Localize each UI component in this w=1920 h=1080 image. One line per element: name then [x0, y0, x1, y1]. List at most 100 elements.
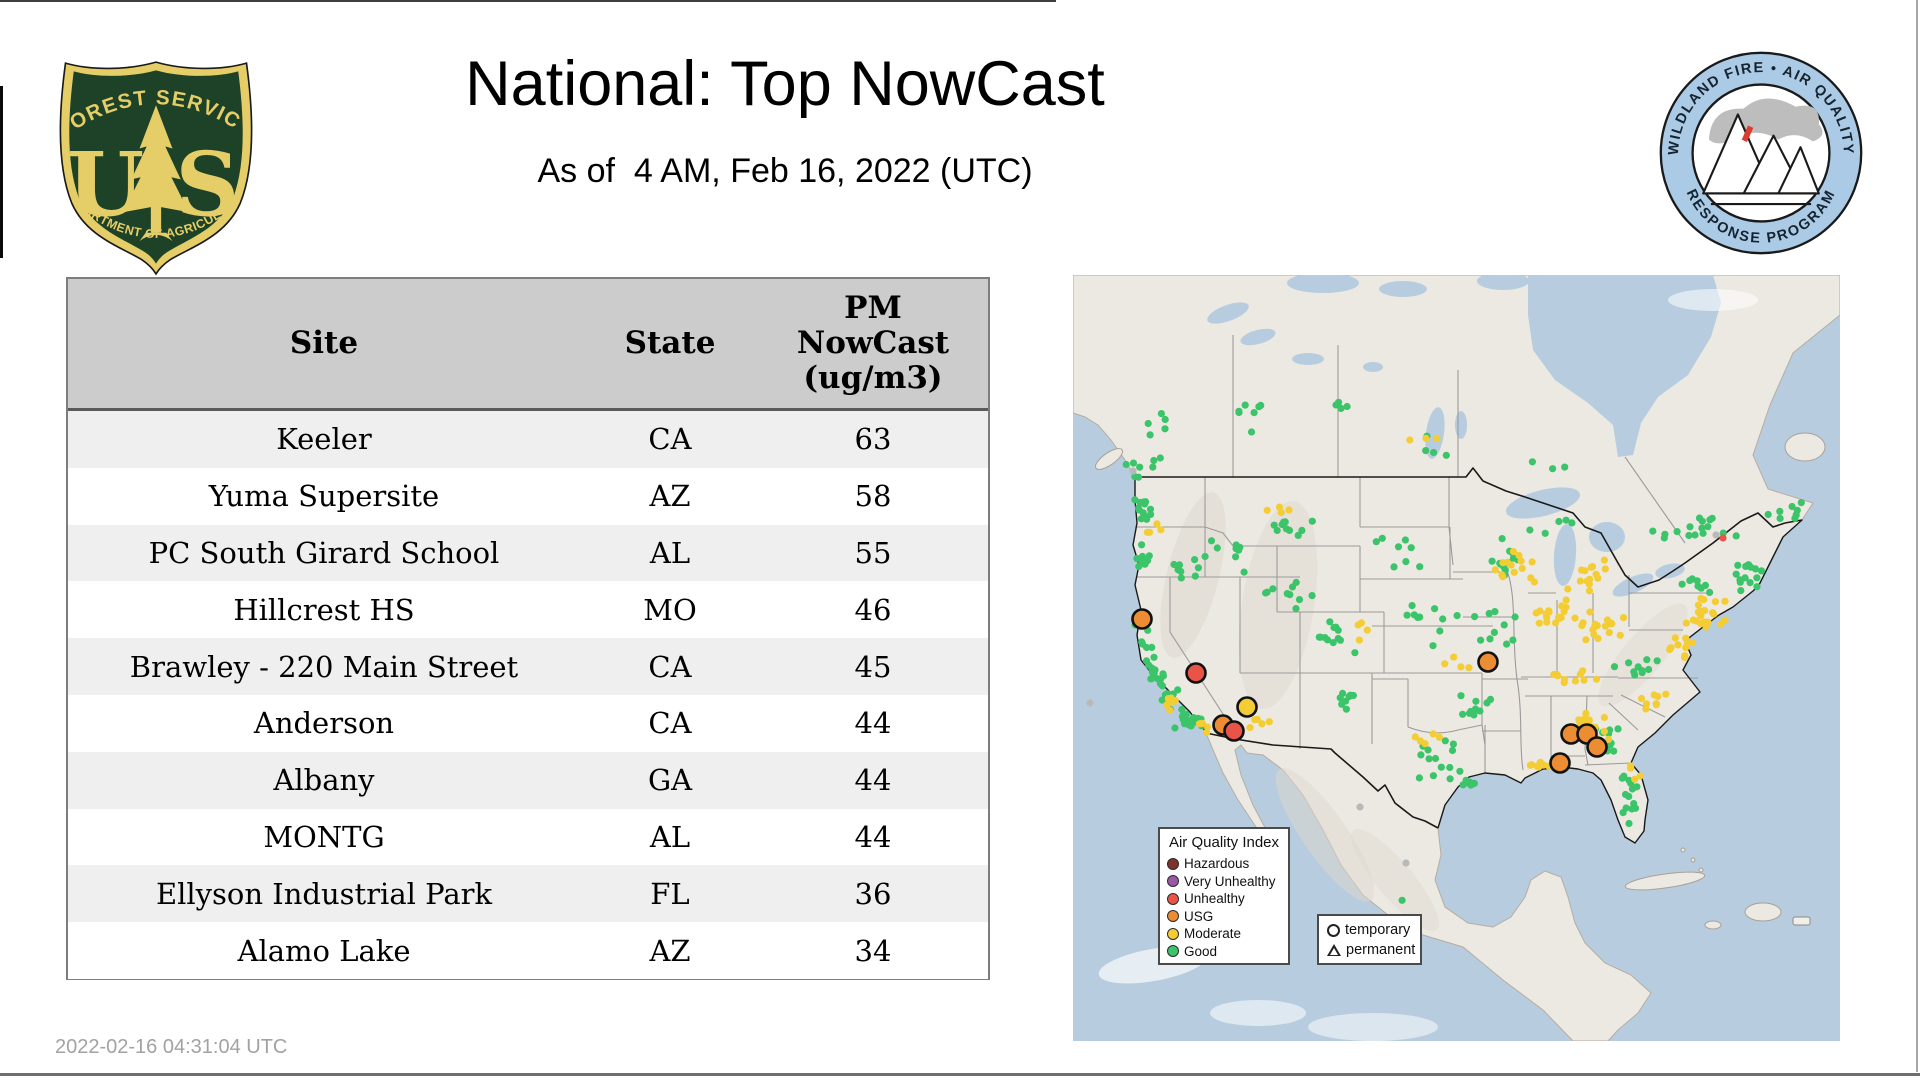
monitor-dot[interactable]: [1161, 425, 1169, 433]
monitor-dot[interactable]: [1642, 700, 1651, 708]
monitor-dot[interactable]: [1136, 498, 1144, 507]
monitor-dot[interactable]: [1550, 670, 1558, 679]
monitor-dot[interactable]: [1349, 691, 1357, 700]
monitor-dot[interactable]: [1695, 514, 1704, 522]
monitor-dot[interactable]: [1614, 725, 1622, 733]
monitor-dot[interactable]: [1122, 460, 1130, 469]
monitor-dot[interactable]: [1448, 746, 1457, 755]
monitor-dot[interactable]: [1416, 613, 1424, 621]
monitor-dot[interactable]: [1425, 755, 1433, 763]
monitor-dot[interactable]: [1753, 574, 1761, 582]
monitor-dot[interactable]: [1793, 506, 1801, 514]
monitor-dot[interactable]: [1560, 676, 1569, 684]
monitor-dot[interactable]: [1674, 641, 1682, 649]
monitor-dot[interactable]: [1627, 764, 1635, 772]
monitor-dot[interactable]: [1336, 636, 1344, 644]
monitor-dot[interactable]: [1129, 459, 1138, 467]
monitor-dot[interactable]: [1600, 556, 1608, 564]
monitor-dot[interactable]: [1351, 649, 1359, 657]
monitor-dot[interactable]: [1207, 537, 1216, 545]
monitor-dot[interactable]: [1235, 408, 1243, 417]
monitor-dot[interactable]: [1776, 514, 1784, 522]
monitor-dot[interactable]: [1610, 663, 1619, 671]
monitor-dot[interactable]: [1161, 415, 1169, 424]
monitor-dot[interactable]: [1685, 531, 1693, 540]
monitor-dot[interactable]: [1292, 605, 1300, 613]
monitor-dot[interactable]: [1586, 575, 1594, 583]
monitor-dot[interactable]: [1571, 677, 1579, 685]
monitor-dot[interactable]: [1146, 431, 1154, 439]
monitor-dot[interactable]: [1213, 544, 1221, 552]
monitor-dot[interactable]: [1422, 447, 1430, 455]
monitor-dot[interactable]: [1634, 663, 1642, 671]
monitor-dot[interactable]: [1510, 568, 1518, 576]
monitor-dot[interactable]: [1138, 541, 1146, 549]
monitor-dot[interactable]: [1148, 643, 1156, 651]
monitor-dot[interactable]: [1580, 676, 1588, 684]
monitor-dot[interactable]: [1408, 602, 1416, 610]
monitor-dot[interactable]: [1142, 657, 1151, 665]
monitor-dot[interactable]: [1605, 629, 1613, 637]
monitor-dot[interactable]: [1416, 563, 1424, 571]
monitor-dot[interactable]: [1681, 653, 1689, 662]
monitor-dot[interactable]: [1706, 588, 1714, 596]
monitor-dot[interactable]: [1135, 562, 1143, 571]
monitor-dot[interactable]: [1571, 614, 1579, 622]
monitor-dot[interactable]: [1137, 515, 1145, 523]
monitor-dot[interactable]: [1549, 465, 1557, 473]
monitor-dot[interactable]: [1535, 619, 1543, 627]
monitor-dot[interactable]: [1398, 896, 1406, 904]
monitor-dot[interactable]: [1372, 538, 1380, 546]
monitor-dot[interactable]: [1753, 583, 1761, 591]
monitor-dot[interactable]: [1649, 527, 1657, 535]
monitor-dot[interactable]: [1429, 642, 1437, 650]
monitor-dot[interactable]: [1721, 597, 1729, 605]
monitor-dot[interactable]: [1631, 775, 1639, 783]
monitor-dot[interactable]: [1491, 566, 1499, 574]
top-site-marker[interactable]: Ellyson Industrial Park: [1549, 752, 1571, 774]
monitor-dot[interactable]: [1555, 517, 1563, 526]
monitor-dot[interactable]: [1316, 633, 1325, 641]
monitor-dot[interactable]: [1277, 508, 1285, 517]
monitor-dot[interactable]: [1541, 529, 1549, 537]
monitor-dot[interactable]: [1694, 601, 1703, 609]
monitor-dot[interactable]: [1407, 544, 1415, 552]
monitor-dot[interactable]: [1191, 572, 1199, 580]
monitor-dot[interactable]: [1530, 578, 1538, 586]
top-site-marker[interactable]: Yuma Supersite: [1223, 720, 1245, 742]
monitor-dot[interactable]: [1692, 617, 1700, 625]
monitor-dot[interactable]: [1355, 636, 1363, 644]
monitor-dot[interactable]: [1526, 526, 1534, 534]
top-site-marker[interactable]: Alamo Lake: [1236, 696, 1258, 718]
monitor-dot[interactable]: [1486, 695, 1495, 703]
monitor-dot[interactable]: [1403, 611, 1411, 619]
monitor-dot[interactable]: [1456, 767, 1464, 775]
monitor-dot[interactable]: [1694, 582, 1702, 590]
monitor-dot[interactable]: [1618, 774, 1626, 782]
monitor-dot[interactable]: [1246, 724, 1254, 732]
monitor-dot[interactable]: [1232, 553, 1240, 561]
monitor-dot[interactable]: [1527, 761, 1536, 769]
monitor-dot[interactable]: [1625, 819, 1633, 828]
monitor-dot[interactable]: [1470, 711, 1478, 719]
monitor-dot[interactable]: [1273, 526, 1281, 535]
monitor-dot[interactable]: [1507, 561, 1515, 569]
monitor-dot[interactable]: [1457, 663, 1465, 671]
monitor-dot[interactable]: [1592, 675, 1601, 683]
monitor-dot[interactable]: [1662, 690, 1670, 698]
monitor-dot[interactable]: [1251, 716, 1259, 724]
monitor-dot[interactable]: [1171, 724, 1179, 732]
monitor-dot[interactable]: [1453, 612, 1461, 620]
monitor-dot[interactable]: [1637, 694, 1646, 703]
monitor-dot[interactable]: [1255, 403, 1263, 411]
monitor-dot[interactable]: [1732, 570, 1740, 578]
monitor-dot[interactable]: [1449, 740, 1457, 748]
monitor-dot[interactable]: [1645, 665, 1653, 674]
monitor-dot[interactable]: [1540, 761, 1548, 769]
monitor-dot[interactable]: [1776, 507, 1784, 515]
monitor-dot[interactable]: [1150, 653, 1158, 661]
monitor-dot[interactable]: [1179, 711, 1187, 720]
monitor-dot[interactable]: [1711, 598, 1719, 606]
monitor-dot[interactable]: [1235, 546, 1243, 554]
monitor-dot[interactable]: [1643, 656, 1651, 664]
